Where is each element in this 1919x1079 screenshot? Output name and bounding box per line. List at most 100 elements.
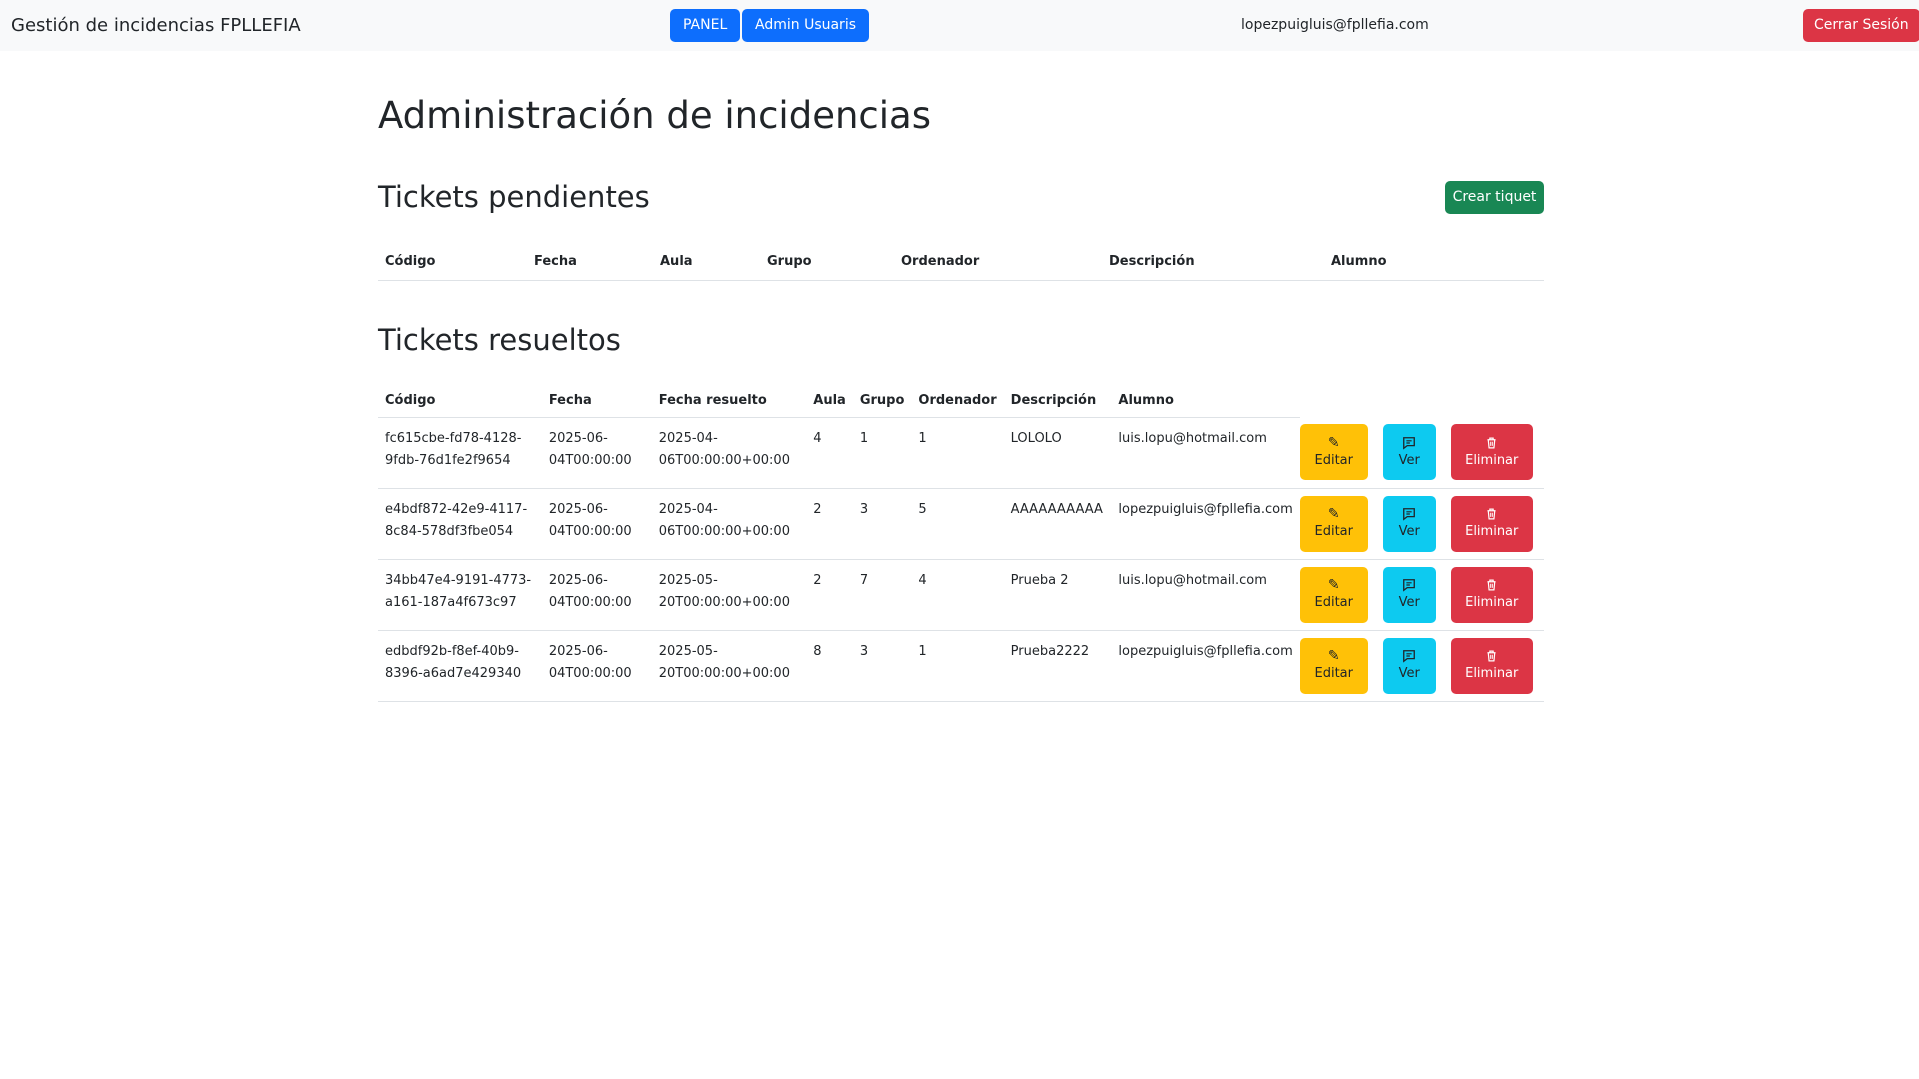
cell-codigo: fc615cbe-fd78-4128- 9fdb-76d1fe2f9654 [378,417,542,488]
edit-label: Editar [1314,524,1354,539]
header-fecha: Fecha [534,254,577,270]
cell-fecha-resuelto: 2025-04- 06T00:00:00+00:00 [652,488,807,559]
cell-codigo: 34bb47e4-9191-4773- a161-187a4f673c97 [378,559,542,630]
row-actions: ✎ Editar Ver Eliminar [1299,417,1544,480]
delete-button[interactable]: Eliminar [1450,566,1533,623]
date-line: 04T00:00:00 [548,665,632,681]
edit-button[interactable]: ✎ Editar [1299,424,1368,480]
view-button[interactable]: Ver [1382,566,1436,623]
view-button[interactable]: Ver [1382,495,1436,552]
view-label: Ver [1398,452,1420,468]
delete-button[interactable]: Eliminar [1450,637,1533,694]
cell-codigo: e4bdf872-42e9-4117- 8c84-578df3fbe054 [378,488,542,559]
header-actions [1300,385,1544,417]
trash-icon [1485,507,1498,522]
header-alumno: Alumno [1331,254,1387,270]
date-line: 04T00:00:00 [548,594,632,610]
cell-descripcion: Prueba 2 [1010,572,1069,588]
row-actions: ✎ Editar Ver Eliminar [1299,560,1544,623]
admin-users-button[interactable]: Admin Usuaris [742,9,870,42]
chat-icon [1402,649,1416,664]
header-ordenador: Ordenador [901,254,980,270]
cell-actions: ✎ Editar Ver Eliminar [1299,417,1544,488]
trash-icon [1485,578,1498,593]
code-line: fc615cbe-fd78-4128- [385,430,522,446]
cell-ordenador: 5 [918,501,927,517]
row-actions: ✎ Editar Ver Eliminar [1299,631,1544,694]
cell-alumno: lopezpuigluis@fpllefia.com [1118,501,1293,517]
cell-grupo: 1 [859,430,869,446]
header-aula: Aula [806,385,853,418]
user-email: lopezpuigluis@fpllefia.com [1241,17,1429,33]
cell-actions: ✎ Editar Ver Eliminar [1299,488,1544,559]
pending-tickets-title: Tickets pendientes [378,180,650,214]
code-line: 9fdb-76d1fe2f9654 [385,452,511,468]
chat-icon [1402,436,1416,451]
cell-fecha: 2025-06- 04T00:00:00 [542,417,652,488]
cell-descripcion: AAAAAAAAAA [1010,501,1103,517]
edit-button[interactable]: ✎ Editar [1299,637,1368,694]
header-descripcion: Descripción [1109,254,1195,270]
logout-button[interactable]: Cerrar Sesión [1803,9,1919,42]
cell-aula: 2 [813,501,822,517]
table-header-row: Código Fecha Fecha resuelto Aula Grupo O… [378,385,1544,418]
cell-aula: 2 [813,572,822,588]
cell-descripcion: LOLOLO [1010,430,1062,446]
code-line: 34bb47e4-9191-4773- [385,572,532,588]
code-line: 8c84-578df3fbe054 [385,523,514,539]
header-codigo: Código [378,385,542,418]
panel-button[interactable]: PANEL [670,9,741,42]
cell-aula: 8 [813,643,822,659]
resolved-date-line: 06T00:00:00+00:00 [658,523,790,539]
code-line: e4bdf872-42e9-4117- [385,501,528,517]
view-button[interactable]: Ver [1382,637,1436,694]
resolved-date-line: 2025-05- [658,572,718,588]
header-grupo: Grupo [852,385,912,418]
delete-label: Eliminar [1465,595,1519,610]
pencil-icon: ✎ [1327,506,1340,522]
cell-codigo: edbdf92b-f8ef-40b9- 8396-a6ad7e429340 [378,630,542,701]
trash-icon [1485,649,1498,664]
date-line: 2025-06- [548,501,608,517]
resolved-date-line: 06T00:00:00+00:00 [658,452,790,468]
date-line: 04T00:00:00 [548,452,632,468]
app-brand[interactable]: Gestión de incidencias FPLLEFIA [11,15,301,36]
date-line: 2025-06- [548,572,608,588]
code-line: 8396-a6ad7e429340 [385,665,522,681]
date-line: 04T00:00:00 [548,523,632,539]
resolved-date-line: 2025-04- [658,430,718,446]
code-line: a161-187a4f673c97 [385,594,517,610]
view-label: Ver [1398,524,1420,539]
chat-icon [1402,578,1416,593]
date-line: 2025-06- [548,643,608,659]
view-button[interactable]: Ver [1382,424,1436,480]
table-row: fc615cbe-fd78-4128- 9fdb-76d1fe2f9654 202… [378,417,1544,488]
table-header-row: Código Fecha Aula Grupo Ordenador Descri… [378,244,1544,280]
edit-button[interactable]: ✎ Editar [1299,495,1368,552]
resolved-date-line: 2025-04- [658,501,718,517]
resolved-date-line: 20T00:00:00+00:00 [658,594,790,610]
pending-tickets-table: Código Fecha Aula Grupo Ordenador Descri… [378,244,1544,281]
pencil-icon: ✎ [1327,434,1340,451]
cell-ordenador: 4 [918,572,927,588]
cell-actions: ✎ Editar Ver Eliminar [1299,559,1544,630]
table-row: e4bdf872-42e9-4117- 8c84-578df3fbe054 202… [378,488,1544,559]
delete-button[interactable]: Eliminar [1450,495,1533,552]
cell-ordenador: 1 [918,643,927,659]
top-navbar: Gestión de incidencias FPLLEFIA PANEL Ad… [0,0,1919,51]
delete-label: Eliminar [1465,452,1519,468]
resolved-tickets-table: Código Fecha Fecha resuelto Aula Grupo O… [378,385,1544,702]
cell-actions: ✎ Editar Ver Eliminar [1299,630,1544,701]
cell-descripcion: Prueba2222 [1010,643,1090,659]
header-alumno: Alumno [1111,385,1300,418]
cell-grupo: 3 [859,643,869,659]
create-ticket-button[interactable]: Crear tiquet [1445,181,1544,214]
delete-label: Eliminar [1465,666,1519,681]
edit-label: Editar [1314,452,1354,468]
delete-label: Eliminar [1465,524,1519,539]
cell-fecha: 2025-06- 04T00:00:00 [542,559,652,630]
delete-button[interactable]: Eliminar [1450,424,1533,480]
edit-button[interactable]: ✎ Editar [1299,566,1368,623]
header-fecha-resuelto: Fecha resuelto [651,385,807,418]
cell-fecha-resuelto: 2025-05- 20T00:00:00+00:00 [652,630,807,701]
